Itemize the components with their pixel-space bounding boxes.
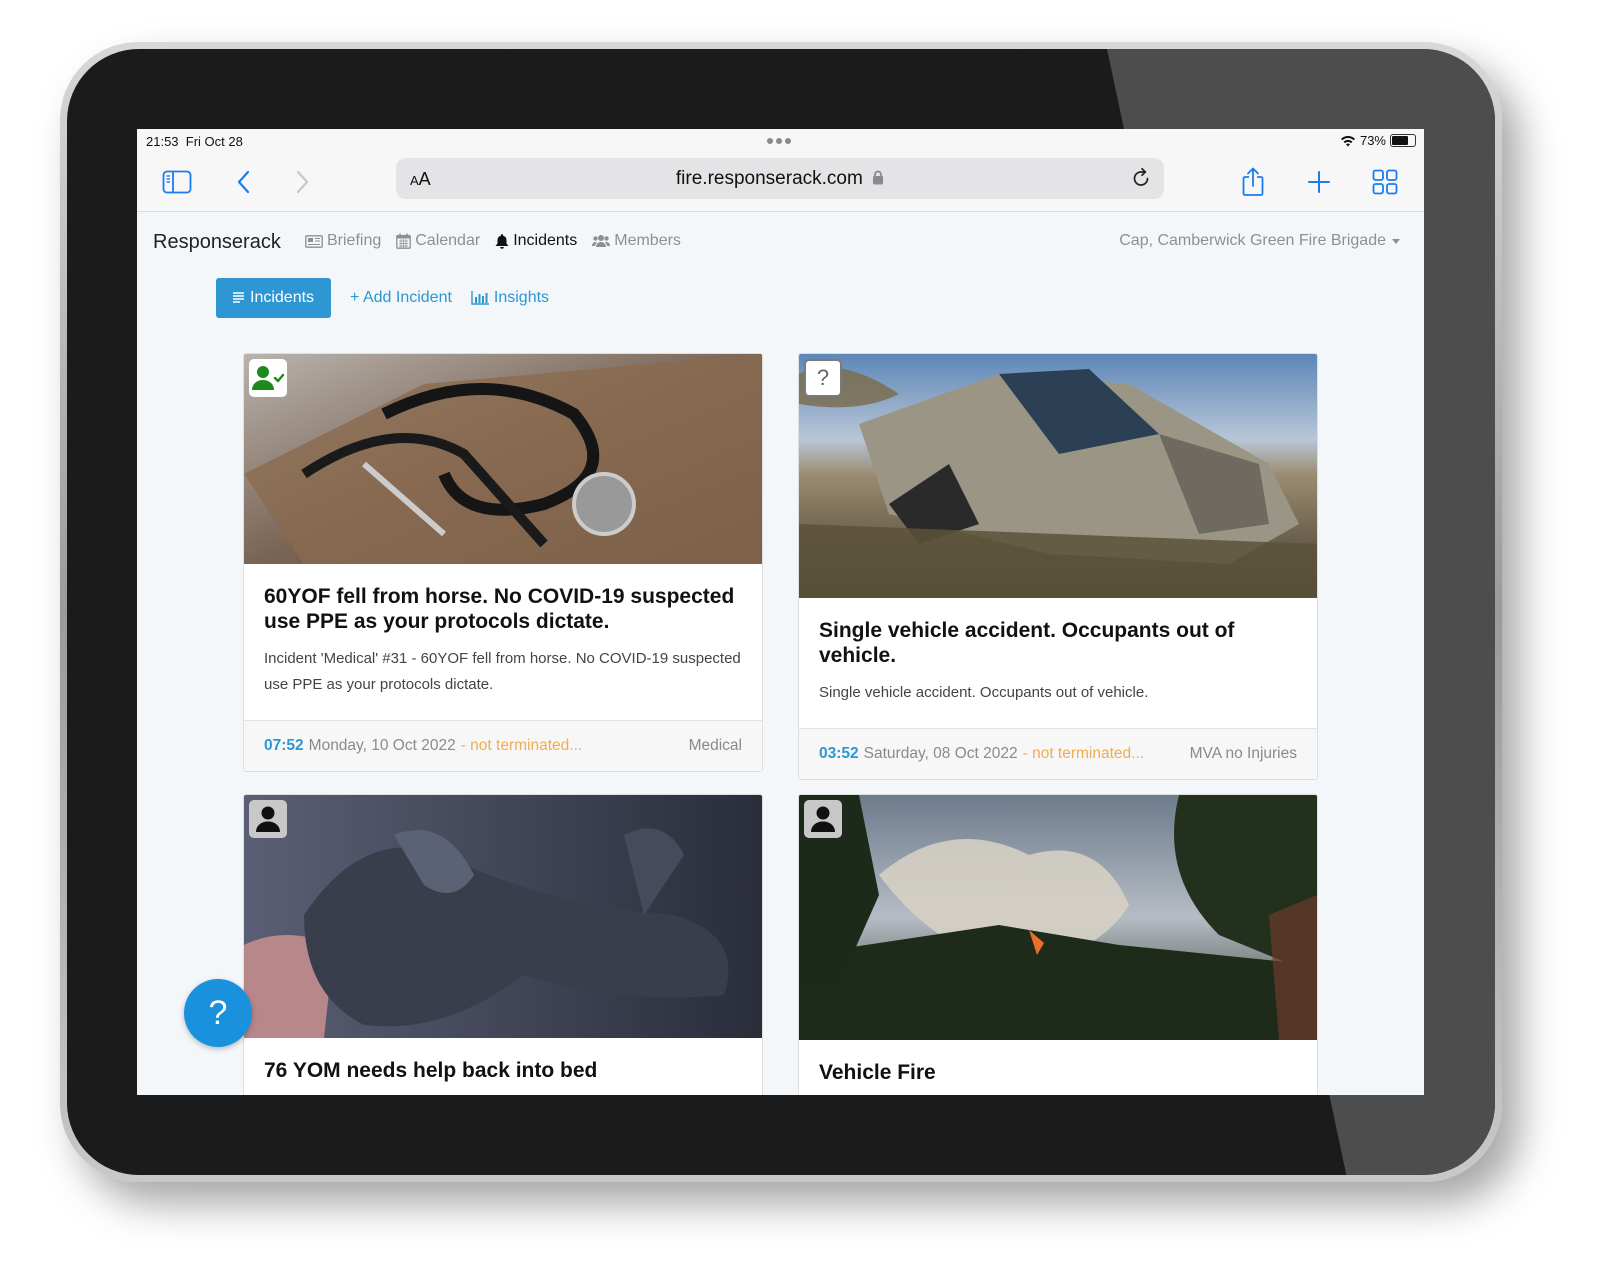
sidebar-toggle-button[interactable] bbox=[159, 165, 195, 199]
caret-down-icon bbox=[1392, 238, 1400, 244]
chevron-left-icon bbox=[237, 170, 250, 194]
app-navbar: Responserack Briefing Calendar Incidents… bbox=[137, 212, 1424, 270]
tab-overview-button[interactable] bbox=[1367, 165, 1403, 199]
incident-image-gloved-hand bbox=[244, 795, 762, 1038]
status-date: Fri Oct 28 bbox=[185, 134, 243, 149]
share-icon bbox=[1242, 167, 1264, 196]
incident-card[interactable]: 60YOF fell from horse. No COVID-19 suspe… bbox=[243, 353, 763, 772]
attending-badge bbox=[249, 359, 287, 397]
incidents-list-button[interactable]: Incidents bbox=[216, 278, 332, 318]
incident-title[interactable]: Vehicle Fire bbox=[819, 1060, 1297, 1085]
forward-button[interactable] bbox=[285, 165, 321, 199]
incident-date: Monday, 10 Oct 2022 bbox=[308, 737, 456, 754]
plus-icon bbox=[1308, 171, 1330, 193]
incident-type: Medical bbox=[688, 737, 742, 754]
nav-briefing[interactable]: Briefing bbox=[305, 232, 381, 250]
incident-date: Saturday, 08 Oct 2022 bbox=[863, 745, 1018, 762]
incident-status: - not terminated... bbox=[460, 737, 583, 754]
incident-time: 07:52 bbox=[264, 737, 304, 754]
incident-status: - not terminated... bbox=[1022, 745, 1145, 762]
back-button[interactable] bbox=[225, 165, 261, 199]
person-badge bbox=[249, 800, 287, 838]
sidebar-icon bbox=[162, 170, 192, 194]
incident-footer: 07:52 Monday, 10 Oct 2022 - not terminat… bbox=[244, 720, 762, 771]
new-tab-button[interactable] bbox=[1301, 165, 1337, 199]
multitasking-dots[interactable] bbox=[767, 138, 791, 144]
url-text: fire.responserack.com bbox=[675, 168, 863, 189]
users-icon bbox=[592, 235, 611, 247]
user-icon bbox=[256, 806, 280, 832]
user-menu-dropdown[interactable]: Cap, Camberwick Green Fire Brigade bbox=[1119, 232, 1400, 250]
battery-percent: 73% bbox=[1359, 133, 1386, 148]
incident-title[interactable]: 76 YOM needs help back into bed bbox=[264, 1058, 742, 1083]
question-mark-icon: ? bbox=[208, 993, 228, 1032]
battery-icon bbox=[1390, 134, 1416, 147]
status-bar: 21:53 Fri Oct 28 73% bbox=[137, 129, 1424, 155]
nav-incidents[interactable]: Incidents bbox=[495, 232, 577, 250]
help-button[interactable]: ? bbox=[184, 979, 252, 1047]
bar-chart-icon bbox=[471, 291, 489, 305]
add-incident-link[interactable]: + Add Incident bbox=[349, 289, 452, 307]
incident-time: 03:52 bbox=[819, 745, 859, 762]
incident-image-crashed-vehicle: ? bbox=[799, 354, 1317, 598]
nav-calendar[interactable]: Calendar bbox=[396, 232, 480, 250]
bell-icon bbox=[495, 234, 509, 249]
person-badge bbox=[804, 800, 842, 838]
incident-title[interactable]: 60YOF fell from horse. No COVID-19 suspe… bbox=[264, 584, 742, 634]
insights-link[interactable]: Insights bbox=[470, 289, 549, 307]
tabs-grid-icon bbox=[1372, 169, 1398, 195]
list-icon bbox=[233, 292, 244, 303]
incident-footer: 03:52 Saturday, 08 Oct 2022 - not termin… bbox=[799, 728, 1317, 779]
question-icon: ? bbox=[816, 365, 830, 390]
incident-card[interactable]: 76 YOM needs help back into bed bbox=[243, 794, 763, 1095]
incident-description: Incident 'Medical' #31 - 60YOF fell from… bbox=[264, 650, 741, 693]
nav-members[interactable]: Members bbox=[592, 232, 681, 250]
reload-icon bbox=[1133, 167, 1149, 186]
incident-image-stethoscope bbox=[244, 354, 762, 564]
incident-card[interactable]: ? Single vehicle accident. Occupants out… bbox=[798, 353, 1318, 780]
chevron-right-icon bbox=[296, 170, 309, 194]
wifi-icon bbox=[1340, 135, 1355, 146]
incident-card[interactable]: Vehicle Fire bbox=[798, 794, 1318, 1095]
safari-toolbar: AA fire.responserack.com bbox=[137, 155, 1424, 212]
incidents-subnav: Incidents + Add Incident Insights bbox=[216, 278, 549, 318]
incident-type: MVA no Injuries bbox=[1189, 745, 1297, 762]
newspaper-icon bbox=[305, 234, 323, 248]
incident-image-wildfire bbox=[799, 795, 1317, 1040]
user-check-icon bbox=[252, 366, 285, 390]
address-bar[interactable]: AA fire.responserack.com bbox=[396, 158, 1164, 199]
calendar-icon bbox=[396, 233, 412, 249]
share-button[interactable] bbox=[1235, 165, 1271, 199]
ipad-screen: 21:53 Fri Oct 28 73% AA fire.responserac… bbox=[137, 129, 1424, 1095]
unknown-status-badge: ? bbox=[804, 359, 842, 397]
incident-description: Single vehicle accident. Occupants out o… bbox=[819, 684, 1149, 701]
reload-button[interactable] bbox=[1130, 167, 1152, 194]
brand-logo[interactable]: Responserack bbox=[153, 231, 281, 254]
user-icon bbox=[811, 806, 835, 832]
lock-icon bbox=[873, 170, 884, 185]
status-time: 21:53 bbox=[146, 134, 179, 149]
incident-title[interactable]: Single vehicle accident. Occupants out o… bbox=[819, 618, 1297, 668]
